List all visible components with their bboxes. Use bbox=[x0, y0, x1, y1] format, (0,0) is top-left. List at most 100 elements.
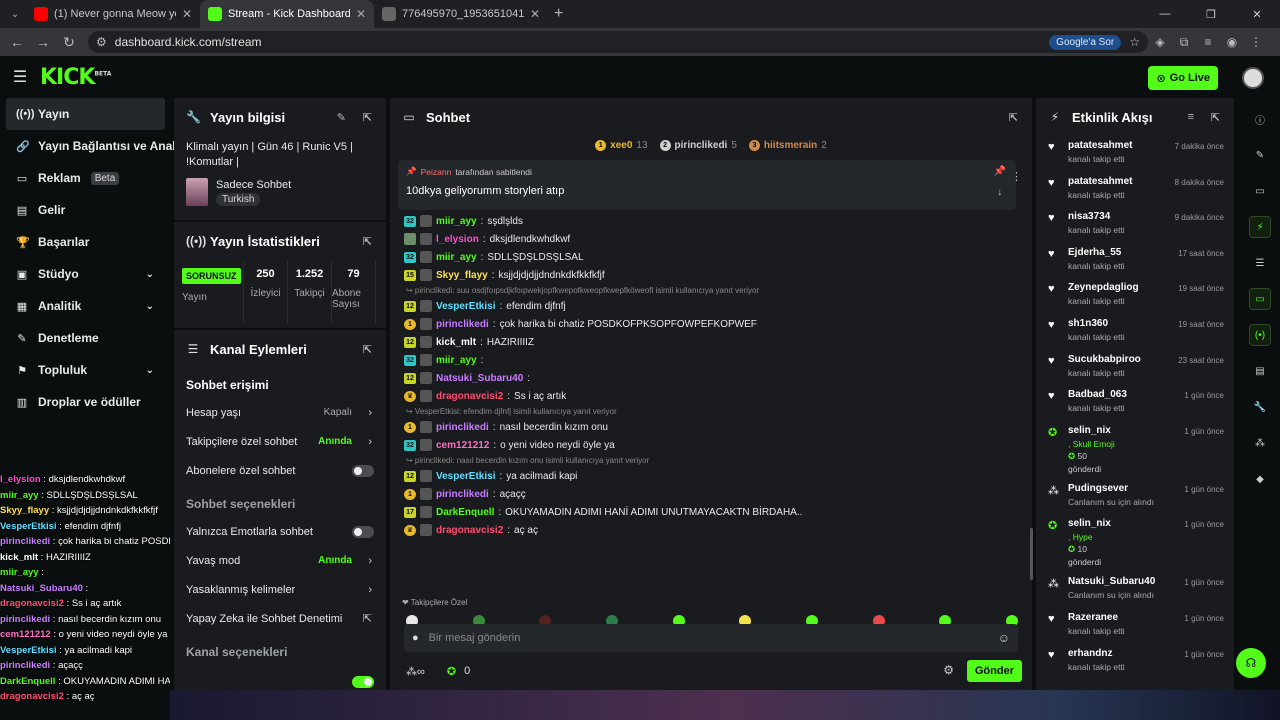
edit-icon[interactable]: ✎ bbox=[1249, 144, 1271, 166]
site-info-icon[interactable]: ⚙ bbox=[96, 35, 107, 49]
chat-settings-gear-icon[interactable]: ⚙ bbox=[943, 663, 954, 677]
help-headset-icon[interactable]: ☊ bbox=[1236, 648, 1266, 678]
chat-message[interactable]: 32 miir_ayy: bbox=[404, 351, 1020, 369]
chat-message-input[interactable]: ● Bir mesaj gönderin ☺ bbox=[404, 624, 1018, 652]
popout-icon[interactable]: ⇱ bbox=[363, 111, 372, 124]
close-tab-icon[interactable]: ✕ bbox=[182, 7, 192, 21]
monitor-icon[interactable]: ▭ bbox=[1249, 180, 1271, 202]
chat-username[interactable]: miir_ayy bbox=[436, 252, 477, 263]
popout-icon[interactable]: ⇱ bbox=[363, 235, 372, 248]
activity-event[interactable]: ⁂ Natsuki_Subaru40 Canlanım su için alındı… bbox=[1036, 572, 1234, 608]
tag-icon[interactable]: ◆ bbox=[1249, 468, 1271, 490]
chat-message[interactable]: 1 pirinclikedi: çok harika bi chatiz POSDK… bbox=[404, 315, 1020, 333]
activity-event[interactable]: ♥ erhandnz kanalı takip etti 1 gün önce bbox=[1036, 644, 1234, 680]
activity-event[interactable]: ♥ Razeranee kanalı takip etti 1 gün önce bbox=[1036, 608, 1234, 644]
more-options-icon[interactable]: ⋮ bbox=[1011, 170, 1022, 183]
new-tab-button[interactable]: + bbox=[554, 5, 563, 23]
chat-icon[interactable]: ▭ bbox=[1249, 288, 1271, 310]
setting-row[interactable]: Yalnızca Emotlarla sohbet bbox=[174, 517, 386, 546]
chat-message[interactable]: 12 VesperEtkisi: efendim djfnfj bbox=[404, 297, 1020, 315]
chat-username[interactable]: cem121212 bbox=[436, 440, 489, 451]
profile-icon[interactable]: ◉ bbox=[1220, 35, 1244, 49]
sidebar-item[interactable]: ▭ Reklam Beta bbox=[0, 162, 170, 194]
browser-tab[interactable]: Stream - Kick Dashboard ✕ bbox=[200, 0, 374, 28]
activity-event[interactable]: ♥ patatesahmet kanalı takip etti 8 dakika ö… bbox=[1036, 172, 1234, 208]
points-icon[interactable]: ⁂∞ bbox=[406, 665, 425, 678]
send-button[interactable]: Gönder bbox=[966, 660, 1022, 682]
chat-message[interactable]: 32 cem121212: o yeni video neydi öyle ya bbox=[404, 436, 1020, 454]
emoji-icon[interactable]: ☺ bbox=[998, 631, 1010, 645]
chat-username[interactable]: DarkEnquell bbox=[436, 507, 494, 518]
chevron-right-icon[interactable]: › bbox=[368, 584, 372, 596]
toggle-switch[interactable] bbox=[352, 525, 374, 538]
lightning-icon[interactable]: ⚡ bbox=[1249, 216, 1271, 238]
points-icon[interactable]: ⁂ bbox=[1249, 432, 1271, 454]
sidebar-item[interactable]: ▤ Gelir bbox=[0, 194, 170, 226]
restore-icon[interactable]: ❐ bbox=[1188, 0, 1234, 28]
chevron-right-icon[interactable]: › bbox=[368, 555, 372, 567]
setting-row[interactable]: Yasaklanmış kelimeler › bbox=[174, 575, 386, 604]
chat-username[interactable]: dragonavcisi2 bbox=[436, 391, 503, 402]
close-tab-icon[interactable]: ✕ bbox=[530, 7, 540, 21]
top-gifter[interactable]: 1 xee0 13 bbox=[595, 139, 648, 151]
chat-scrollbar[interactable] bbox=[1030, 528, 1033, 580]
activity-event[interactable]: ♥ nisa3734 kanalı takip etti 9 dakika önce bbox=[1036, 207, 1234, 243]
chat-message[interactable]: ♛ dragonavcisi2: aç aç bbox=[404, 521, 1020, 539]
sidebar-item[interactable]: ⚑ Topluluk ⌄ bbox=[0, 354, 170, 386]
chat-message[interactable]: l_elysion: dksjdlendkwhdkwf bbox=[404, 230, 1020, 248]
unpin-icon[interactable]: 📌 bbox=[994, 166, 1006, 177]
wrench-icon[interactable]: 🔧 bbox=[1249, 396, 1271, 418]
setting-row[interactable]: Yapay Zeka ile Sohbet Denetimi ⇱ bbox=[174, 604, 386, 633]
activity-event[interactable]: ♥ Badbad_063 kanalı takip etti 1 gün önce bbox=[1036, 385, 1234, 421]
collapse-chevron-icon[interactable]: ↓ bbox=[997, 187, 1002, 198]
chevron-down-icon[interactable]: ⌄ bbox=[146, 301, 154, 312]
browser-tab[interactable]: 776495970_195365104198049... ✕ bbox=[374, 0, 548, 28]
list-icon[interactable]: ☰ bbox=[1249, 252, 1271, 274]
chat-username[interactable]: miir_ayy bbox=[436, 355, 477, 366]
setting-row[interactable]: Takipçilere özel sohbet Anında › bbox=[174, 427, 386, 456]
google-sor-button[interactable]: Google'a Sor bbox=[1049, 34, 1122, 50]
popout-icon[interactable]: ⇱ bbox=[363, 343, 372, 356]
activity-event[interactable]: ⁂ Pudingsever Canlanım su için alındı 1 gün… bbox=[1036, 479, 1234, 515]
chat-username[interactable]: dragonavcisi2 bbox=[436, 525, 503, 536]
info-icon[interactable]: ⓘ bbox=[1249, 108, 1271, 130]
url-input[interactable]: ⚙ dashboard.kick.com/stream Google'a Sor… bbox=[88, 31, 1148, 53]
activity-event[interactable]: ♥ sh1n360 kanalı takip etti 19 saat önce bbox=[1036, 314, 1234, 350]
close-tab-icon[interactable]: ✕ bbox=[356, 7, 366, 21]
sidebar-item[interactable]: ▥ Droplar ve ödüller bbox=[0, 386, 170, 418]
activity-event[interactable]: ✪ selin_nix , Hype ✪ 10 gönderdi 1 gün önce bbox=[1036, 514, 1234, 572]
popout-icon[interactable]: ⇱ bbox=[1211, 111, 1220, 124]
activity-event[interactable]: ♥ patatesahmet kanalı takip etti 7 dakika ö… bbox=[1036, 136, 1234, 172]
chat-username[interactable]: Natsuki_Subaru40 bbox=[436, 373, 523, 384]
setting-row[interactable]: Hesap yaşı Kapalı › bbox=[174, 398, 386, 427]
setting-row[interactable]: Yavaş mod Anında › bbox=[174, 546, 386, 575]
tab-search-icon[interactable]: ⌄ bbox=[4, 4, 26, 24]
sidebar-item[interactable]: ((•)) Yayın bbox=[6, 98, 165, 130]
activity-event[interactable]: ✪ selin_nix , Skull Emoji ✪ 50 gönderdi 1 gün… bbox=[1036, 421, 1234, 479]
broadcast-icon[interactable]: (•) bbox=[1249, 324, 1271, 346]
chat-message[interactable]: 12 VesperEtkisi: ya acilmadi kapi bbox=[404, 467, 1020, 485]
stack-icon[interactable]: ▤ bbox=[1249, 360, 1271, 382]
close-window-icon[interactable]: ✕ bbox=[1234, 0, 1280, 28]
forward-icon[interactable]: → bbox=[30, 34, 56, 50]
chat-message[interactable]: 1 pirinclikedi: açaçç bbox=[404, 485, 1020, 503]
filter-icon[interactable]: ≡ bbox=[1188, 111, 1194, 123]
chat-message[interactable]: 1 pirinclikedi: nasıl becerdin kızım onu bbox=[404, 418, 1020, 436]
external-link-icon[interactable]: ⇱ bbox=[363, 612, 372, 625]
edit-icon[interactable]: ✎ bbox=[337, 111, 346, 124]
chat-message[interactable]: 12 kick_mlt: HAZIRIIIIZ bbox=[404, 333, 1020, 351]
chat-badge-icon[interactable]: ● bbox=[412, 632, 419, 644]
minimize-icon[interactable]: — bbox=[1142, 0, 1188, 28]
reload-icon[interactable]: ↻ bbox=[56, 34, 82, 51]
chat-username[interactable]: kick_mlt bbox=[436, 337, 476, 348]
hamburger-menu-icon[interactable]: ☰ bbox=[0, 67, 40, 87]
chevron-right-icon[interactable]: › bbox=[368, 407, 372, 419]
chevron-right-icon[interactable]: › bbox=[368, 436, 372, 448]
sidebar-item[interactable]: ▣ Stüdyo ⌄ bbox=[0, 258, 170, 290]
top-gifter[interactable]: 2 pirinclikedi 5 bbox=[659, 139, 737, 151]
chat-username[interactable]: VesperEtkisi bbox=[436, 301, 495, 312]
chevron-down-icon[interactable]: ⌄ bbox=[146, 269, 154, 280]
chat-username[interactable]: pirinclikedi bbox=[436, 489, 489, 500]
go-live-button[interactable]: ⊙ Go Live bbox=[1148, 66, 1218, 90]
activity-event[interactable]: ♥ Zeynepdagliog kanalı takip etti 19 saat ö… bbox=[1036, 278, 1234, 314]
